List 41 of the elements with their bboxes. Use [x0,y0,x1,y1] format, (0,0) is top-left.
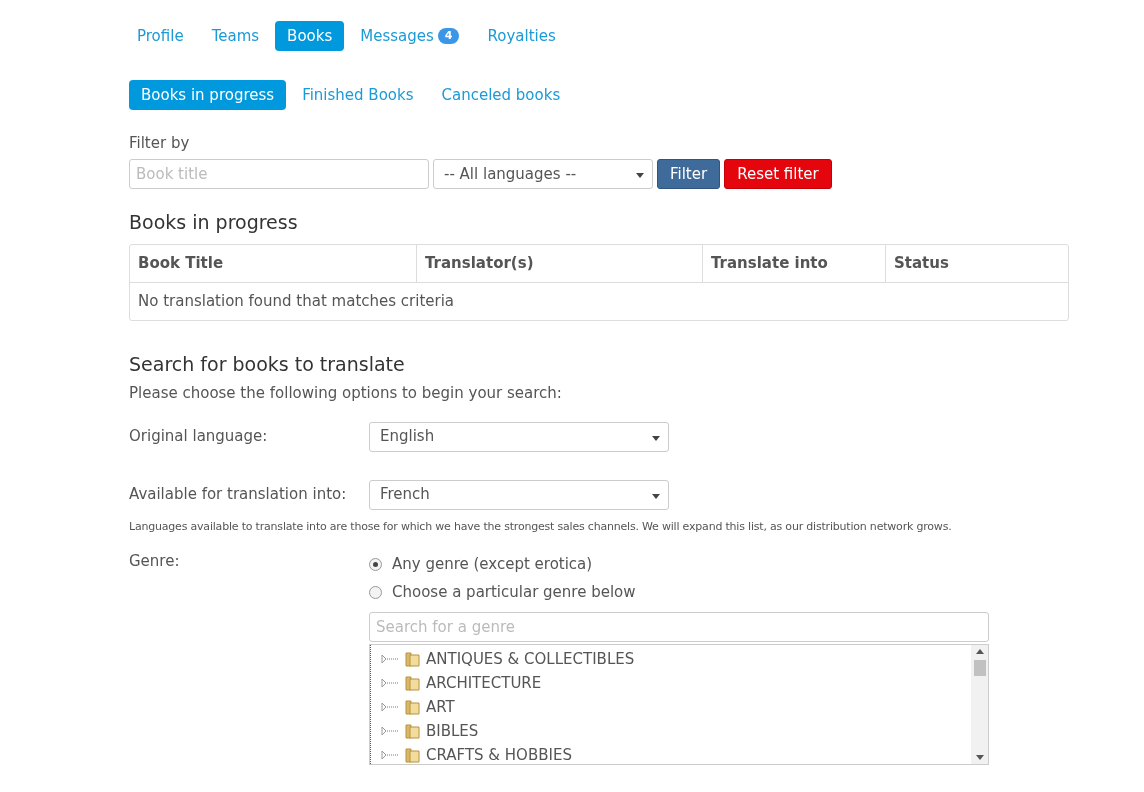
radio-button[interactable] [369,585,382,599]
caret-icon [652,493,660,499]
column-header: Book Title [130,245,416,283]
tree-item[interactable]: ARCHITECTURE [381,671,971,695]
folder-icon [405,747,420,763]
caret-icon [652,435,660,441]
tree-item[interactable]: ART [381,695,971,719]
folder-icon [405,723,420,739]
column-header: Translator(s) [416,245,702,283]
empty-message: No translation found that matches criteria [137,291,456,313]
folder-icon [405,675,420,691]
field-label: Original language: [129,426,269,448]
folder-icon [405,699,420,715]
language-select[interactable]: French [369,479,669,510]
column-header: Status [885,245,1068,283]
folder-icon [405,651,420,667]
filter-label: Filter by [129,133,191,154]
tree-item[interactable]: BIBLES [381,719,971,743]
column-header: Translate into [702,245,885,283]
tree-item[interactable]: ANTIQUES & COLLECTIBLES [381,647,971,671]
radio-label[interactable]: Any genre (except erotica) [392,552,593,576]
genre-search-field[interactable]: Search for a genre [369,612,989,642]
tree-item[interactable]: CRAFTS & HOBBIES [381,743,971,767]
book-title-field[interactable]: Book title [129,159,429,189]
caret-icon [636,173,644,178]
language-select[interactable]: -- All languages -- [433,159,653,189]
language-select[interactable]: English [369,421,669,452]
scroll-down-icon[interactable] [975,755,984,760]
note-text: Languages available to translate into are those for which we have the strongest sales channels. We will expand this list, as our distribution network grows. [129,518,953,535]
scroll-up-icon[interactable] [975,649,984,654]
section-heading: Search for books to translate [129,352,406,377]
field-label: Genre: [129,551,181,570]
radio-button[interactable] [369,557,382,571]
section-heading: Books in progress [129,210,299,235]
intro-text: Please choose the following options to begin your search: [129,383,563,404]
reset-button[interactable]: Reset filter [724,159,832,189]
count-badge: 4 [437,28,460,44]
filter-button[interactable]: Filter [657,159,721,189]
radio-label[interactable]: Choose a particular genre below [392,580,636,604]
field-label: Available for translation into: [129,484,348,506]
scroll-thumb[interactable] [973,660,986,676]
